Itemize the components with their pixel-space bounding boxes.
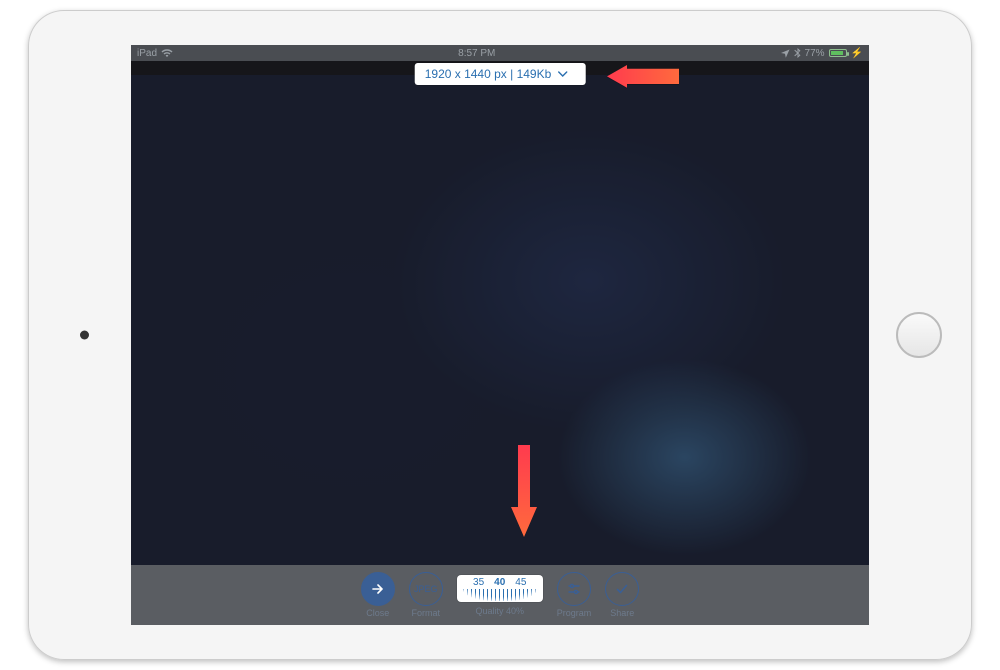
battery-percent: 77% [805, 48, 825, 59]
quality-tick-left: 35 [473, 577, 484, 588]
quality-tick-right: 45 [515, 577, 526, 588]
wifi-icon [161, 48, 173, 58]
format-button[interactable]: JPEG Format [409, 572, 443, 618]
charging-icon: ⚡ [851, 48, 863, 59]
program-button[interactable]: Program [557, 572, 592, 618]
bottom-toolbar: Close JPEG Format 35 40 45 Quality 40% [131, 565, 869, 625]
photo-preview [131, 75, 869, 565]
share-button[interactable]: Share [605, 572, 639, 618]
device-name: iPad [137, 48, 157, 59]
quality-label: Quality 40% [475, 606, 524, 616]
check-icon [605, 572, 639, 606]
quality-control[interactable]: 35 40 45 Quality 40% [457, 575, 543, 616]
status-bar: iPad 8:57 PM 77% ⚡ [131, 45, 869, 61]
location-icon [781, 49, 790, 58]
status-left: iPad [137, 48, 173, 59]
front-camera [80, 331, 89, 340]
share-label: Share [610, 608, 634, 618]
battery-icon [829, 49, 847, 57]
format-label: Format [411, 608, 440, 618]
format-value: JPEG [409, 572, 443, 606]
dial-ticks [463, 589, 537, 601]
home-button[interactable] [896, 312, 942, 358]
status-right: 77% ⚡ [781, 48, 863, 59]
close-label: Close [366, 608, 389, 618]
screen: iPad 8:57 PM 77% ⚡ [131, 45, 869, 625]
bluetooth-icon [794, 48, 801, 58]
program-label: Program [557, 608, 592, 618]
annotation-arrow-bottom [511, 445, 537, 537]
status-time: 8:57 PM [458, 48, 495, 59]
arrow-right-icon [361, 572, 395, 606]
sliders-icon [557, 572, 591, 606]
image-info-text: 1920 x 1440 px | 149Kb [425, 67, 552, 81]
image-info-dropdown[interactable]: 1920 x 1440 px | 149Kb [415, 63, 586, 85]
chevron-down-icon [557, 69, 567, 79]
ipad-device-frame: iPad 8:57 PM 77% ⚡ [28, 10, 972, 660]
quality-dial[interactable]: 35 40 45 [457, 575, 543, 602]
annotation-arrow-top [607, 65, 679, 89]
close-button[interactable]: Close [361, 572, 395, 618]
quality-tick-center: 40 [494, 577, 505, 588]
